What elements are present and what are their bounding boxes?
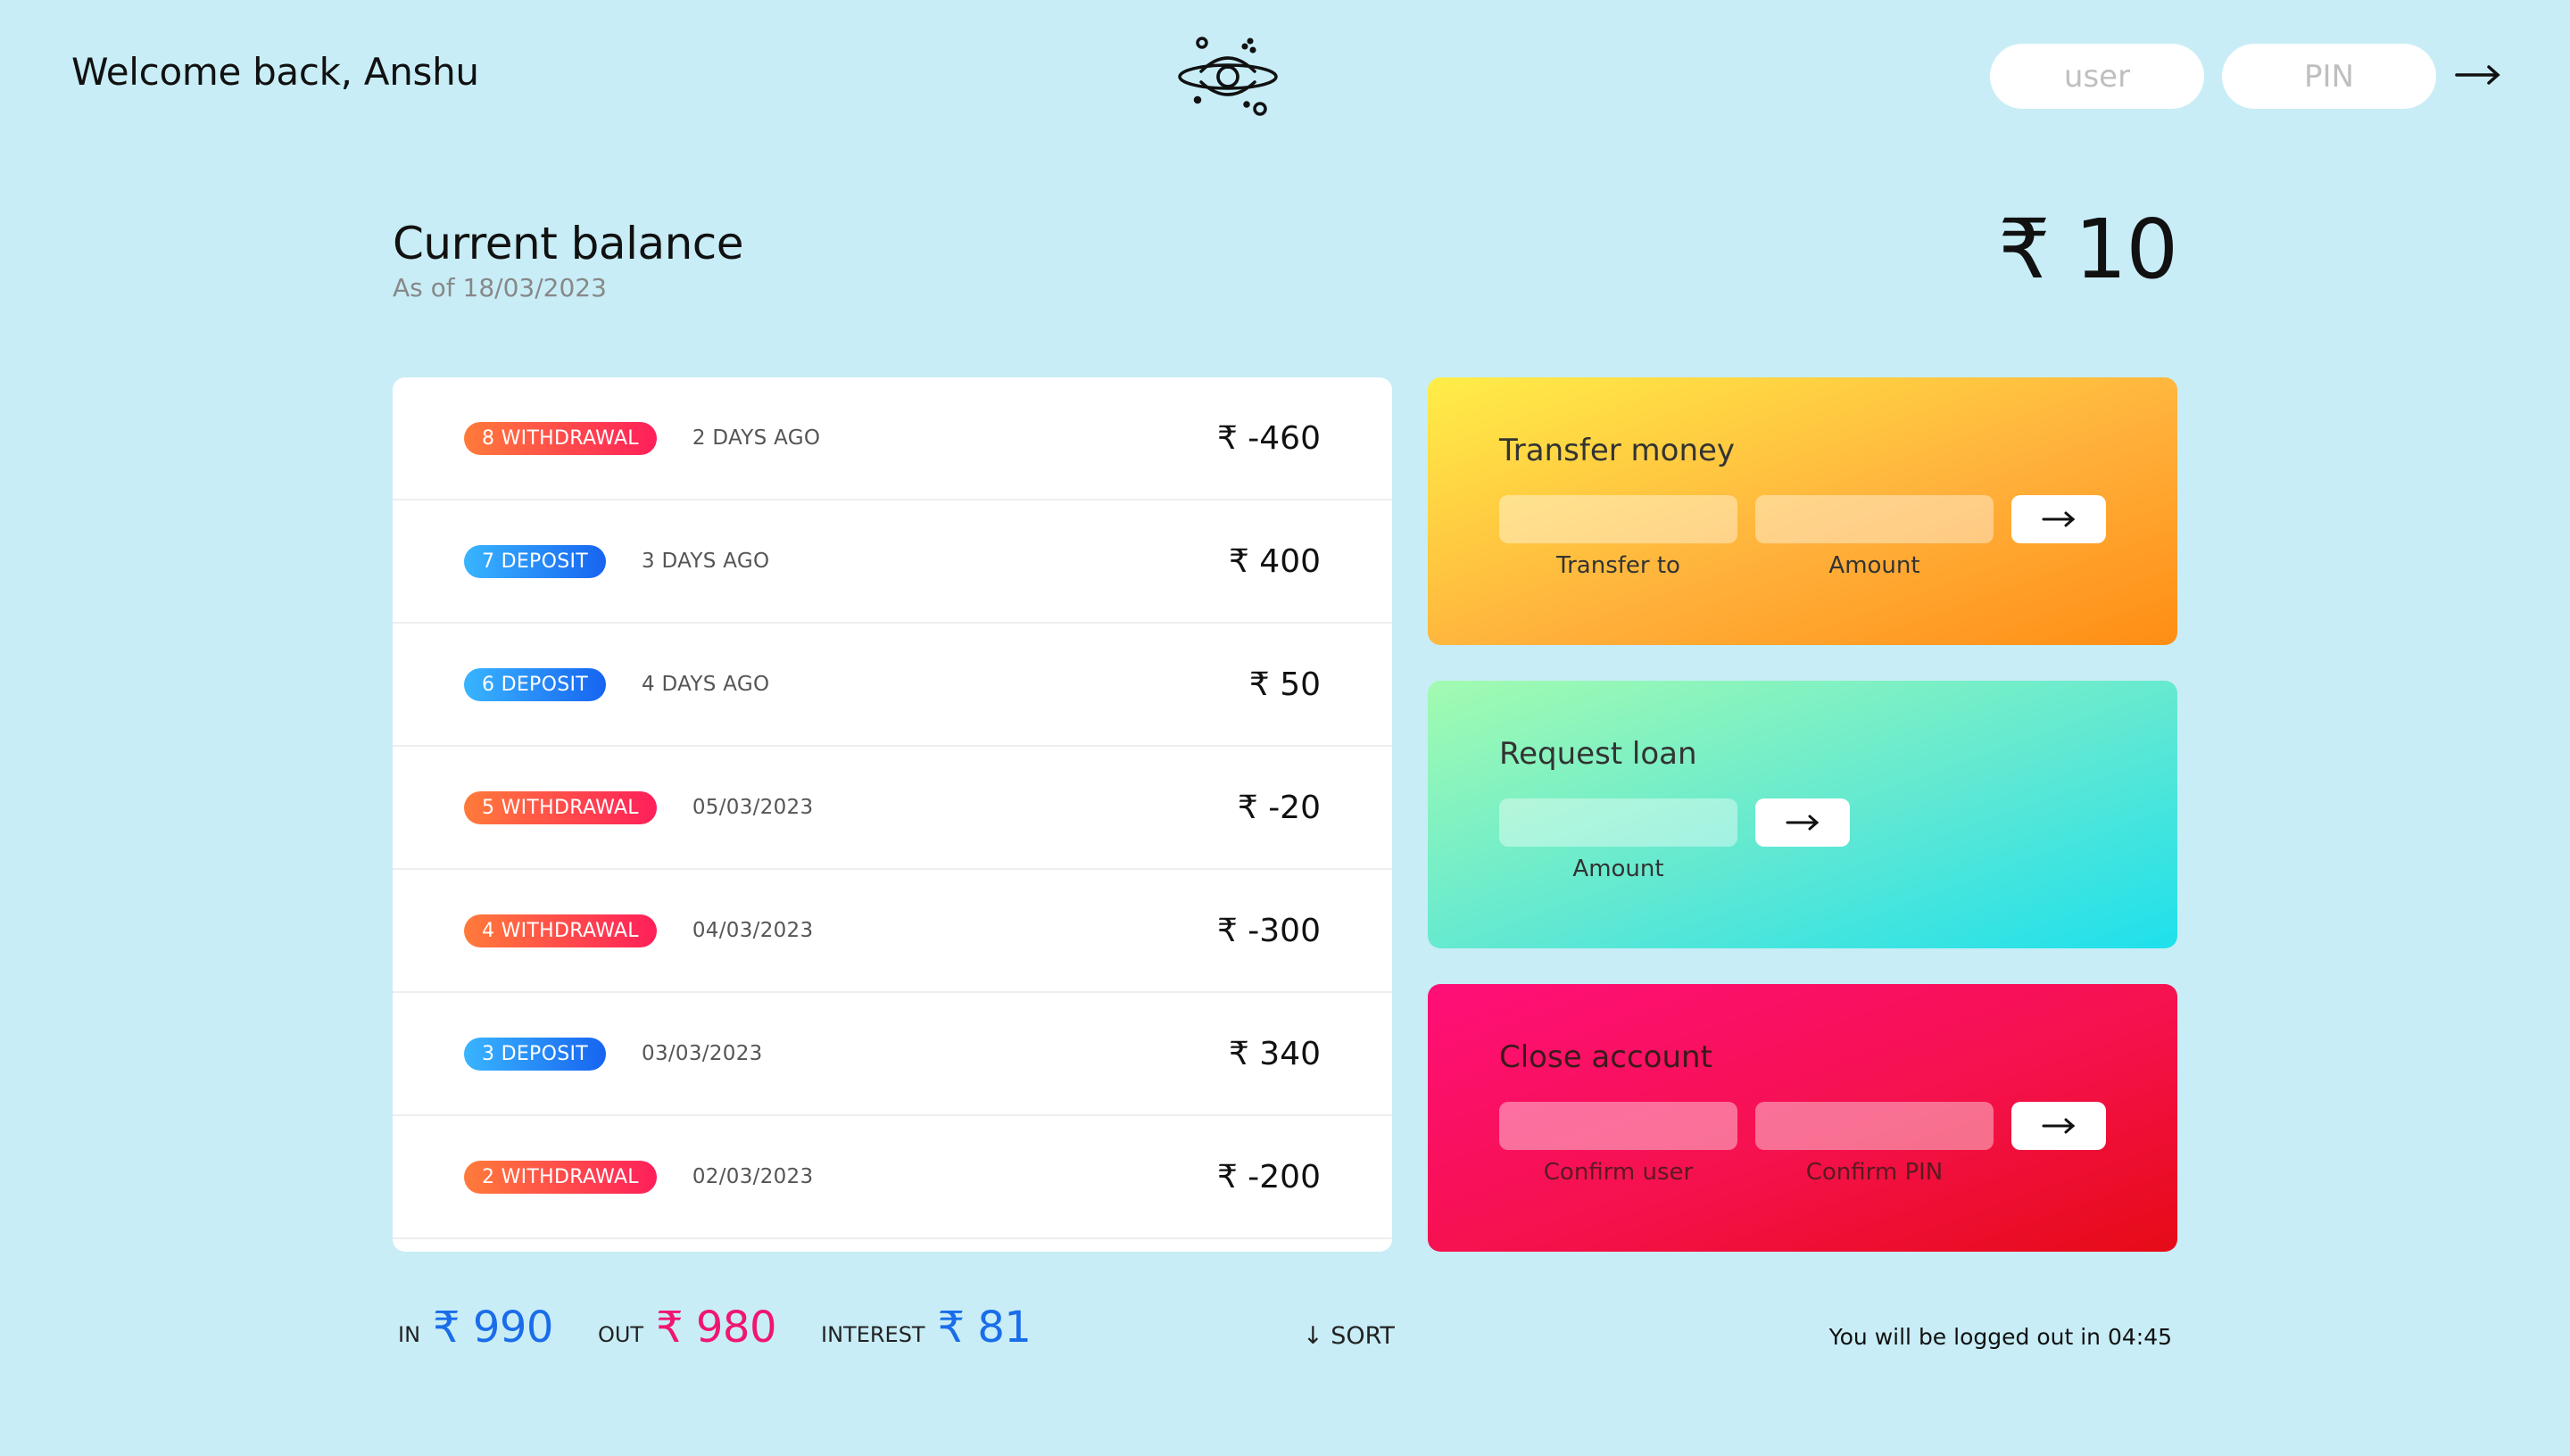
transfer-submit-button[interactable] — [2011, 495, 2106, 543]
movement-row: 6 DEPOSIT 4 DAYS AGO ₹ 50 — [393, 624, 1392, 747]
loan-amount-input[interactable] — [1499, 798, 1737, 847]
close-account-panel: Close account Confirm user Confirm PIN — [1428, 984, 2177, 1252]
arrow-right-icon — [1786, 815, 1820, 831]
movement-value: ₹ -300 — [1216, 912, 1321, 949]
transfer-money-panel: Transfer money Transfer to Amount — [1428, 377, 2177, 645]
balance-value: ₹ 10 — [1998, 202, 2178, 297]
movement-value: ₹ 50 — [1248, 666, 1321, 703]
summary-in-label: In — [398, 1322, 421, 1347]
loan-amount-label: Amount — [1572, 856, 1664, 882]
logout-timer: You will be logged out in 04:45 — [1829, 1324, 2172, 1350]
movement-type-badge: 5 WITHDRAWAL — [464, 790, 657, 824]
movement-date: 3 DAYS AGO — [642, 550, 770, 573]
balance-date: As of 18/03/2023 — [393, 273, 607, 302]
movement-date: 04/03/2023 — [692, 919, 814, 942]
close-pin-field: Confirm PIN — [1755, 1102, 1994, 1186]
transfer-form: Transfer to Amount — [1499, 495, 2106, 579]
close-pin-label: Confirm PIN — [1805, 1159, 1944, 1186]
summary-out-label: Out — [597, 1322, 644, 1347]
movement-row: 3 DEPOSIT 03/03/2023 ₹ 340 — [393, 993, 1392, 1116]
movement-value: ₹ -20 — [1237, 789, 1321, 826]
login-button[interactable] — [2449, 46, 2508, 105]
arrow-right-icon — [2042, 511, 2076, 527]
sort-button[interactable]: ↓ SORT — [1303, 1322, 1395, 1350]
movement-type-badge: 2 WITHDRAWAL — [464, 1160, 657, 1194]
transfer-to-input[interactable] — [1499, 495, 1737, 543]
close-pin-input[interactable] — [1755, 1102, 1994, 1150]
loan-submit-button[interactable] — [1755, 798, 1850, 847]
movement-type-badge: 3 DEPOSIT — [464, 1037, 607, 1071]
movement-row: 2 WITHDRAWAL 02/03/2023 ₹ -200 — [393, 1116, 1392, 1239]
summary-bar: In ₹ 990 Out ₹ 980 Interest ₹ 81 — [398, 1303, 1075, 1353]
movement-row: 5 WITHDRAWAL 05/03/2023 ₹ -20 — [393, 747, 1392, 870]
movement-value: ₹ 400 — [1228, 542, 1321, 580]
logout-timer-time: 04:45 — [2107, 1324, 2172, 1350]
loan-form: Amount — [1499, 798, 2106, 882]
bankist-app: Welcome back, Anshu Current balance As o… — [0, 0, 2570, 1456]
summary-in-value: ₹ 990 — [433, 1303, 553, 1353]
movement-date: 2 DAYS AGO — [692, 426, 821, 450]
movement-value: ₹ -200 — [1216, 1158, 1321, 1195]
close-user-label: Confirm user — [1543, 1159, 1694, 1186]
transfer-to-field: Transfer to — [1499, 495, 1737, 579]
movement-date: 05/03/2023 — [692, 796, 814, 819]
movement-type-badge: 4 WITHDRAWAL — [464, 914, 657, 947]
close-account-title: Close account — [1499, 1039, 1712, 1075]
transfer-amount-field: Amount — [1755, 495, 1994, 579]
movement-date: 02/03/2023 — [692, 1165, 814, 1188]
movements-list[interactable]: 8 WITHDRAWAL 2 DAYS AGO ₹ -460 7 DEPOSIT… — [393, 377, 1392, 1252]
request-loan-panel: Request loan Amount — [1428, 681, 2177, 948]
close-form: Confirm user Confirm PIN — [1499, 1102, 2106, 1186]
transfer-amount-input[interactable] — [1755, 495, 1994, 543]
transfer-to-label: Transfer to — [1556, 552, 1680, 579]
loan-amount-field: Amount — [1499, 798, 1737, 882]
planet-eye-logo-icon — [1178, 37, 1278, 116]
summary-out-value: ₹ 980 — [656, 1303, 776, 1353]
close-user-input[interactable] — [1499, 1102, 1737, 1150]
login-pin-input[interactable] — [2222, 44, 2436, 109]
close-user-field: Confirm user — [1499, 1102, 1737, 1186]
login-user-input[interactable] — [1990, 44, 2204, 109]
balance-date-value: 18/03/2023 — [462, 273, 607, 302]
transfer-amount-label: Amount — [1828, 552, 1920, 579]
movement-type-badge: 7 DEPOSIT — [464, 544, 607, 578]
welcome-message: Welcome back, Anshu — [71, 50, 479, 94]
logout-timer-text: You will be logged out in — [1828, 1324, 2101, 1350]
movement-value: ₹ 340 — [1228, 1035, 1321, 1072]
summary-interest-label: Interest — [821, 1322, 925, 1347]
movement-value: ₹ -460 — [1216, 419, 1321, 457]
movement-row: 4 WITHDRAWAL 04/03/2023 ₹ -300 — [393, 870, 1392, 993]
summary-interest-value: ₹ 81 — [937, 1303, 1032, 1353]
request-loan-title: Request loan — [1499, 736, 1697, 772]
arrow-right-icon — [2042, 1118, 2076, 1134]
movement-row: 8 WITHDRAWAL 2 DAYS AGO ₹ -460 — [393, 377, 1392, 500]
movement-row: 7 DEPOSIT 3 DAYS AGO ₹ 400 — [393, 500, 1392, 624]
balance-label: Current balance — [393, 218, 744, 269]
movement-date: 4 DAYS AGO — [642, 673, 770, 696]
balance-date-prefix: As of — [393, 273, 455, 302]
movement-type-badge: 8 WITHDRAWAL — [464, 421, 657, 455]
close-submit-button[interactable] — [2011, 1102, 2106, 1150]
transfer-money-title: Transfer money — [1499, 433, 1736, 468]
movement-date: 03/03/2023 — [642, 1042, 763, 1065]
movement-type-badge: 6 DEPOSIT — [464, 667, 607, 701]
arrow-right-icon — [2455, 64, 2500, 85]
